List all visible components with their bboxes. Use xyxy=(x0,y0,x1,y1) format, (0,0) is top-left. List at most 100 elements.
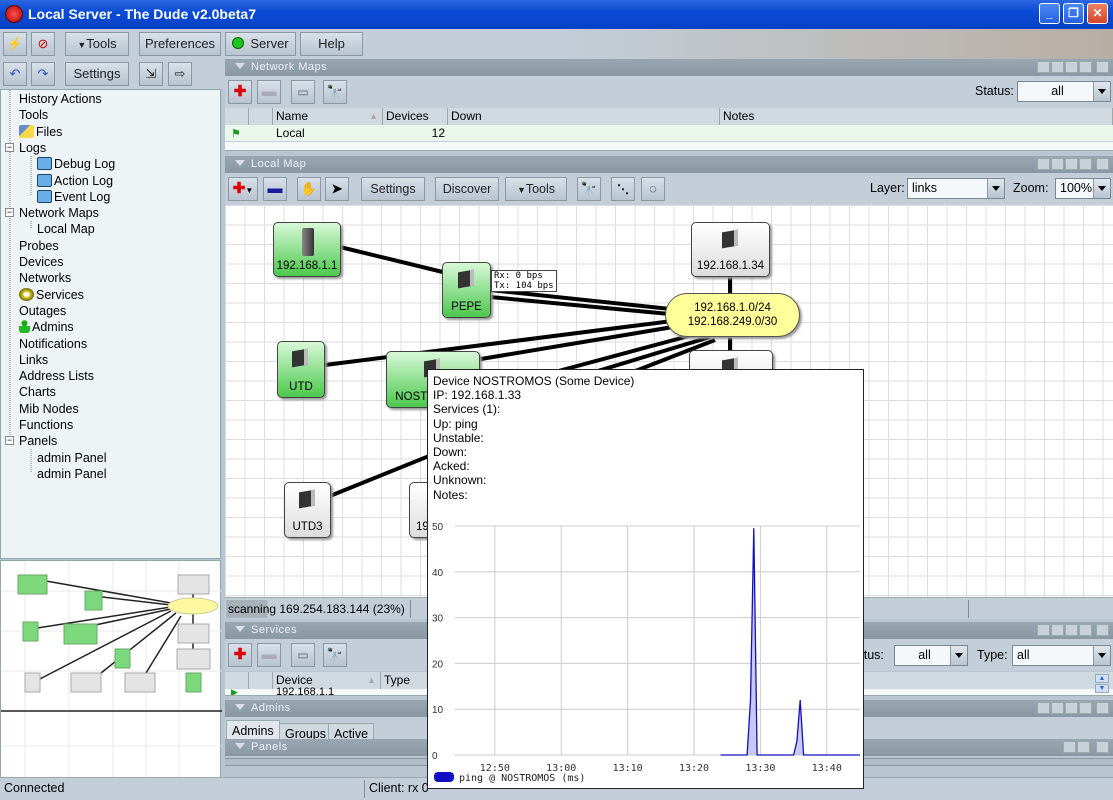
tab-groups[interactable]: Groups xyxy=(279,723,332,739)
tree-item[interactable]: Outages xyxy=(19,303,66,319)
split-bottom-icon[interactable] xyxy=(1079,702,1092,714)
local-map-panel-header[interactable]: Local Map xyxy=(225,156,1113,173)
network-cloud[interactable]: 192.168.1.0/24 192.168.249.0/30 xyxy=(665,293,800,337)
network-maps-panel-header[interactable]: Network Maps xyxy=(225,59,1113,76)
column-header-blank[interactable] xyxy=(249,672,273,689)
export-button[interactable]: ⇨ xyxy=(168,62,192,86)
minimize-button[interactable]: _ xyxy=(1039,3,1060,24)
tree-item[interactable]: Event Log xyxy=(37,189,110,205)
tree-item[interactable]: Local Map xyxy=(37,221,95,237)
column-header-devices[interactable]: Devices xyxy=(383,108,448,125)
help-button[interactable]: Help xyxy=(300,32,363,56)
find-button[interactable]: 🔭 xyxy=(323,80,347,104)
collapse-toggle-icon[interactable]: − xyxy=(5,142,14,152)
select-tool-button[interactable]: ➤ xyxy=(325,177,349,201)
zoom-select[interactable]: 100% xyxy=(1055,178,1111,199)
map-node-utd3[interactable]: UTD3 xyxy=(284,482,331,538)
restore-button[interactable]: ❐ xyxy=(1063,3,1084,24)
close-panel-icon[interactable] xyxy=(1096,61,1109,73)
service-notes-button[interactable]: ▭ xyxy=(291,643,315,667)
map-node-pepe[interactable]: PEPE xyxy=(442,262,491,318)
split-bottom-icon[interactable] xyxy=(1079,61,1092,73)
split-left-icon[interactable] xyxy=(1063,741,1076,753)
tree-item[interactable]: Devices xyxy=(19,254,63,270)
import-button[interactable]: ⇲ xyxy=(139,62,163,86)
undo-button[interactable]: ↶ xyxy=(3,62,27,86)
split-top-icon[interactable] xyxy=(1065,702,1078,714)
map-settings-button[interactable]: Settings xyxy=(361,177,425,201)
split-bottom-icon[interactable] xyxy=(1079,158,1092,170)
map-tools-menu[interactable]: ▼Tools xyxy=(505,177,567,201)
link-tool-button[interactable]: ⋱ xyxy=(611,177,635,201)
tree-item[interactable]: Files xyxy=(19,124,62,140)
tree-item[interactable]: − Panels xyxy=(5,433,57,449)
service-type-select[interactable]: all xyxy=(1012,645,1111,666)
tree-item[interactable]: History Actions xyxy=(19,91,102,107)
split-bottom-icon[interactable] xyxy=(1079,624,1092,636)
column-header-notes[interactable]: Notes xyxy=(720,108,1113,125)
split-left-icon[interactable] xyxy=(1037,702,1050,714)
column-header-type[interactable]: Type xyxy=(381,672,431,689)
column-header-flag[interactable] xyxy=(225,108,249,125)
column-header-blank[interactable] xyxy=(249,108,273,125)
collapse-toggle-icon[interactable]: − xyxy=(5,436,14,446)
settings-button[interactable]: Settings xyxy=(65,62,129,86)
tree-item[interactable]: − Logs xyxy=(5,140,46,156)
add-item-dropdown[interactable]: ✚▼ xyxy=(228,177,258,201)
map-node-192-168-1-34[interactable]: 192.168.1.34 xyxy=(691,222,770,277)
split-right-icon[interactable] xyxy=(1051,158,1064,170)
close-panel-icon[interactable] xyxy=(1096,702,1109,714)
split-right-icon[interactable] xyxy=(1051,61,1064,73)
redo-button[interactable]: ↷ xyxy=(31,62,55,86)
map-node-utd[interactable]: UTD xyxy=(277,341,325,398)
scroll-up-button[interactable]: ▲ xyxy=(1095,674,1109,683)
tree-item[interactable]: − Network Maps xyxy=(5,205,99,221)
tree-item[interactable]: Admins xyxy=(19,319,74,335)
tree-item[interactable]: Mib Nodes xyxy=(19,401,79,417)
column-header-down[interactable]: Down xyxy=(448,108,720,125)
disconnect-button[interactable]: ⊘ xyxy=(31,32,55,56)
connect-button[interactable]: ⚡ xyxy=(3,32,27,56)
tree-item[interactable]: admin Panel xyxy=(37,466,107,482)
discover-button[interactable]: Discover xyxy=(435,177,499,201)
close-panel-icon[interactable] xyxy=(1096,741,1109,753)
tree-item[interactable]: Functions xyxy=(19,417,73,433)
service-find-button[interactable]: 🔭 xyxy=(323,643,347,667)
map-find-button[interactable]: 🔭 xyxy=(577,177,601,201)
tree-item[interactable]: Networks xyxy=(19,270,71,286)
column-header-name[interactable]: Name ▲ xyxy=(273,108,383,125)
tree-item[interactable]: Action Log xyxy=(37,173,113,189)
split-top-icon[interactable] xyxy=(1065,61,1078,73)
tree-item[interactable]: Probes xyxy=(19,238,59,254)
add-map-button[interactable]: ✚ xyxy=(228,80,252,104)
split-left-icon[interactable] xyxy=(1037,158,1050,170)
split-top-icon[interactable] xyxy=(1065,624,1078,636)
split-right-icon[interactable] xyxy=(1051,702,1064,714)
tab-active[interactable]: Active xyxy=(328,723,375,739)
add-service-button[interactable]: ✚ xyxy=(228,643,252,667)
layer-select[interactable]: links xyxy=(907,178,1005,199)
tree-item[interactable]: Services xyxy=(19,287,84,303)
close-panel-icon[interactable] xyxy=(1096,158,1109,170)
preferences-button[interactable]: Preferences xyxy=(139,32,221,56)
table-row[interactable]: ⚑ Local 12 xyxy=(225,125,1113,142)
remove-service-button[interactable]: ▬ xyxy=(257,643,281,667)
split-right-icon[interactable] xyxy=(1077,741,1090,753)
close-button[interactable]: ✕ xyxy=(1087,3,1108,24)
split-right-icon[interactable] xyxy=(1051,624,1064,636)
server-button[interactable]: Server xyxy=(225,32,296,56)
tab-admins[interactable]: Admins xyxy=(226,720,280,739)
scroll-down-button[interactable]: ▼ xyxy=(1095,684,1109,693)
tree-item[interactable]: Debug Log xyxy=(37,156,115,172)
map-node-router[interactable]: 192.168.1.1 xyxy=(273,222,341,277)
split-left-icon[interactable] xyxy=(1037,61,1050,73)
remove-map-button[interactable]: ▬ xyxy=(257,80,281,104)
remove-item-button[interactable]: ▬ xyxy=(263,177,287,201)
tree-item[interactable]: Tools xyxy=(19,107,48,123)
close-panel-icon[interactable] xyxy=(1096,624,1109,636)
notes-button[interactable]: ▭ xyxy=(291,80,315,104)
split-left-icon[interactable] xyxy=(1037,624,1050,636)
tree-item[interactable]: Links xyxy=(19,352,48,368)
tree-item[interactable]: admin Panel xyxy=(37,450,107,466)
tree-item[interactable]: Address Lists xyxy=(19,368,94,384)
